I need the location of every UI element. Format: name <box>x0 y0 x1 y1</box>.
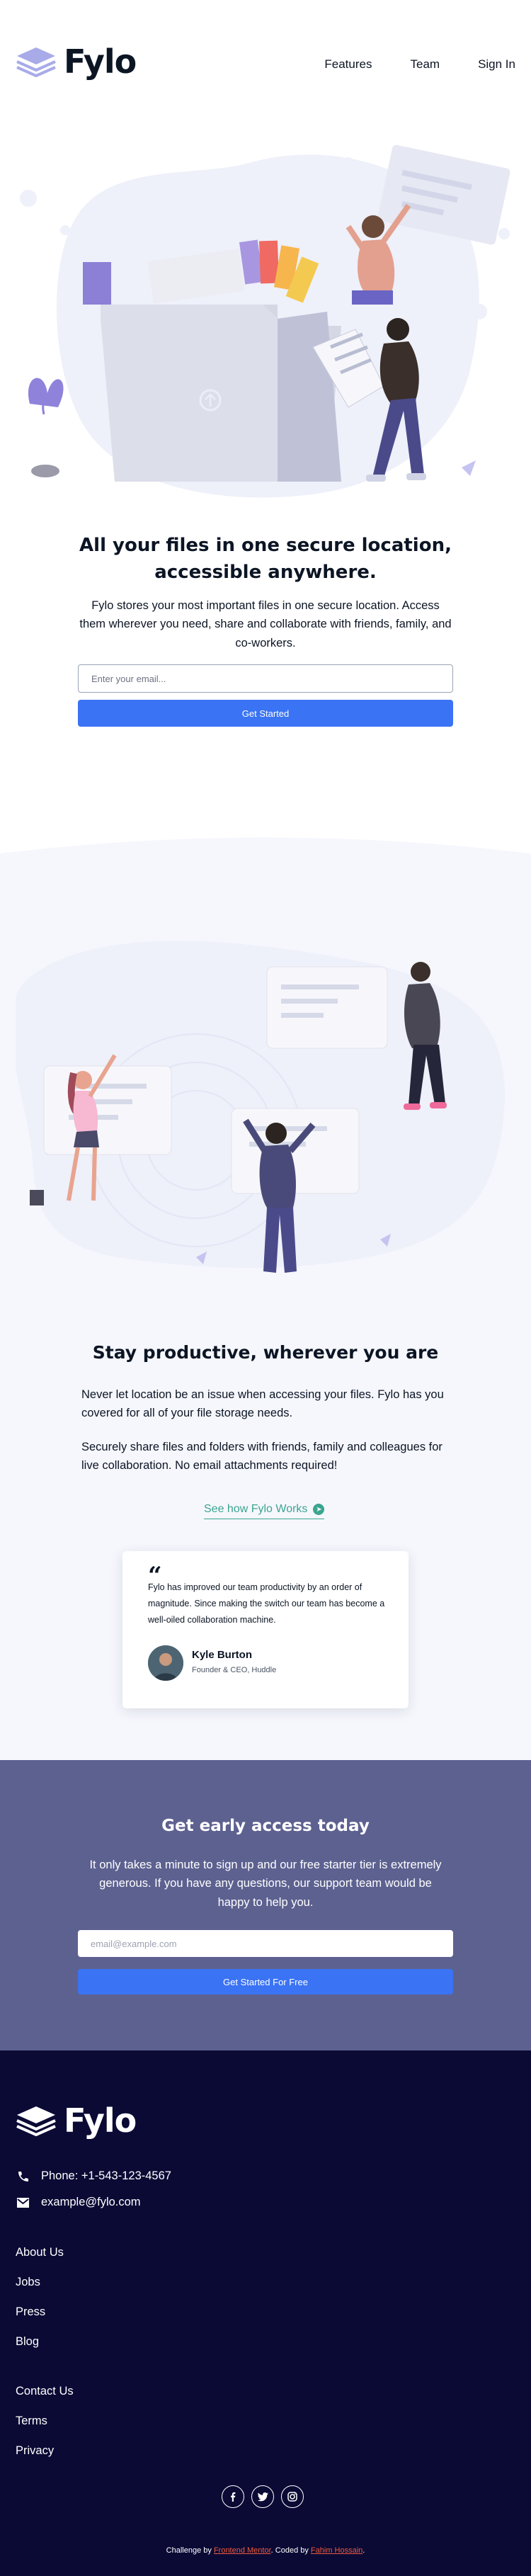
early-access-text: It only takes a minute to sign up and ou… <box>89 1859 442 1909</box>
footer-email: example@fylo.com <box>16 2196 141 2209</box>
footer-link-about-us[interactable]: About Us <box>16 2246 64 2259</box>
footer-link-terms[interactable]: Terms <box>16 2415 47 2428</box>
footer-brand-name: Fylo <box>64 2101 137 2140</box>
testimonial-author: Kyle Burton <box>192 1649 253 1661</box>
footer-link-contact-us[interactable]: Contact Us <box>16 2385 74 2398</box>
social-links <box>222 2485 304 2508</box>
hero-title: All your files in one secure location, a… <box>79 535 452 583</box>
productive-title: Stay productive, wherever you are <box>92 1342 439 1363</box>
early-access-section: Get early access today It only takes a m… <box>0 1760 531 2050</box>
landing-page: Fylo Features Team Sign In All your file… <box>0 0 531 2576</box>
facebook-icon[interactable] <box>222 2485 244 2508</box>
footer-link-blog[interactable]: Blog <box>16 2335 39 2349</box>
early-access-title: Get early access today <box>161 1817 370 1835</box>
footer-phone: Phone: +1-543-123-4567 <box>16 2169 171 2183</box>
instagram-icon[interactable] <box>281 2485 304 2508</box>
footer-email-text[interactable]: example@fylo.com <box>41 2196 141 2209</box>
footer-phone-text: Phone: +1-543-123-4567 <box>41 2169 171 2182</box>
get-started-button[interactable]: Get Started <box>78 700 453 727</box>
attribution: Challenge by Frontend Mentor. Coded by F… <box>0 2546 531 2555</box>
nav-features[interactable]: Features <box>324 57 372 72</box>
twitter-icon[interactable] <box>251 2485 274 2508</box>
footer-logo[interactable]: Fylo <box>16 2101 137 2140</box>
hero-illustration <box>20 144 510 498</box>
nav-team[interactable]: Team <box>410 57 440 72</box>
frontend-mentor-link[interactable]: Frontend Mentor <box>214 2546 271 2555</box>
see-how-fylo-works-link[interactable]: See how Fylo Works ➤ <box>204 1503 325 1519</box>
logo-layers-icon <box>16 2106 56 2136</box>
hero-email-input[interactable] <box>78 664 453 693</box>
avatar <box>148 1645 183 1681</box>
productive-illustration <box>16 941 505 1273</box>
testimonial-card: “ Fylo has improved our team productivit… <box>122 1551 409 1708</box>
logo-layers-icon <box>16 47 56 77</box>
footer-link-press[interactable]: Press <box>16 2305 45 2319</box>
nav-sign-in[interactable]: Sign In <box>478 57 515 72</box>
get-started-free-button[interactable]: Get Started For Free <box>78 1969 453 1995</box>
arrow-right-icon: ➤ <box>313 1504 325 1515</box>
productive-paragraph-2: Securely share files and folders with fr… <box>81 1441 442 1473</box>
brand-name: Fylo <box>64 42 137 81</box>
phone-icon <box>18 2171 28 2181</box>
attribution-prefix: Challenge by <box>166 2546 214 2555</box>
footer-link-privacy[interactable]: Privacy <box>16 2444 54 2458</box>
email-icon <box>17 2197 29 2208</box>
early-access-email-input[interactable] <box>78 1930 453 1957</box>
site-header: Fylo Features Team Sign In <box>0 0 531 127</box>
attribution-mid: . Coded by <box>270 2546 311 2555</box>
author-link[interactable]: Fahim Hossain <box>311 2546 362 2555</box>
testimonial-author-role: Founder & CEO, Huddle <box>192 1666 277 1674</box>
brand-logo[interactable]: Fylo <box>16 42 137 81</box>
see-how-link-label: See how Fylo Works <box>204 1503 308 1515</box>
testimonial-quote: Fylo has improved our team productivity … <box>148 1582 385 1625</box>
productive-paragraph-1: Never let location be an issue when acce… <box>81 1388 444 1420</box>
main-nav: Features Team Sign In <box>324 57 515 72</box>
site-footer: Fylo Phone: +1-543-123-4567 example@fylo… <box>0 2050 531 2576</box>
hero-description: Fylo stores your most important files in… <box>79 599 452 649</box>
footer-link-jobs[interactable]: Jobs <box>16 2276 40 2289</box>
attribution-suffix: . <box>362 2546 365 2555</box>
